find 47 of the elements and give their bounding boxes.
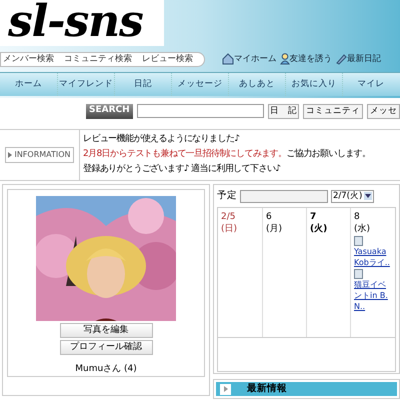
search-label: SEARCH [86, 104, 133, 118]
profile-button[interactable]: 写真を編集 [60, 322, 152, 338]
nav-tab[interactable]: マイレ [342, 73, 399, 96]
friend-icon [280, 53, 290, 66]
day-weekday: (火) [310, 223, 328, 235]
arrow-icon [8, 152, 12, 158]
document-icon [354, 269, 363, 279]
information-label: INFORMATION [5, 147, 74, 163]
date-dropdown[interactable]: 2/7(火) [331, 190, 374, 202]
search-button[interactable]: メッセ [367, 104, 400, 118]
diary-icon [335, 53, 347, 66]
dropdown-arrow-icon [364, 192, 372, 200]
nav-tab[interactable]: お気に入り [285, 73, 342, 96]
document-icon [354, 236, 363, 246]
schedule-label: 予定 [217, 188, 237, 203]
nav-tab[interactable]: 日記 [114, 73, 171, 96]
search-link[interactable]: レビュー検索 [142, 53, 193, 66]
search-field[interactable] [136, 104, 264, 118]
event-link[interactable]: Yasuaka Kobライ.. [354, 246, 391, 268]
quick-link[interactable]: 友達を誘う [280, 53, 332, 66]
nav-tab[interactable]: メッセージ [171, 73, 228, 96]
section-title: 最新情報 [247, 382, 287, 396]
information-text: 2月8日からテストも兼ねて一旦招待制にしてみます。ご協力お願いします。 [83, 148, 370, 161]
day-weekday: (月) [266, 223, 284, 235]
search-button[interactable]: コミュニティ [303, 104, 363, 118]
nav-tab[interactable]: ホーム [0, 73, 57, 96]
nav-tab[interactable]: マイフレンド [57, 73, 114, 96]
day-date: 8 [354, 211, 361, 223]
site-logo[interactable]: sl-sns [0, 0, 164, 46]
information-text: レビュー機能が使えるようになりました♪ [83, 132, 240, 146]
day-date: 2/5 [221, 211, 236, 223]
event-link[interactable]: 猫豆イベントin B.N.. [354, 279, 391, 312]
schedule-field[interactable] [240, 190, 328, 202]
profile-name: Mumuさん (4) [75, 362, 137, 376]
quick-link[interactable]: マイホーム [222, 53, 276, 66]
home-icon [222, 53, 234, 66]
day-weekday: (日) [221, 223, 238, 235]
nav-tab[interactable]: あしあと [228, 73, 285, 96]
profile-button[interactable]: プロフィール確認 [60, 340, 152, 354]
day-weekday: (水) [354, 223, 372, 235]
information-text: 登録ありがとうございます♪ 適当に利用して下さい♪ [83, 162, 282, 176]
search-button[interactable]: 日 記 [268, 104, 299, 118]
search-link[interactable]: コミュニティ検索 [64, 53, 132, 66]
day-date: 6 [266, 211, 273, 223]
day-date: 7 [310, 211, 318, 223]
quick-link[interactable]: 最新日記 [335, 53, 381, 66]
search-link[interactable]: メンバー検索 [3, 53, 54, 66]
